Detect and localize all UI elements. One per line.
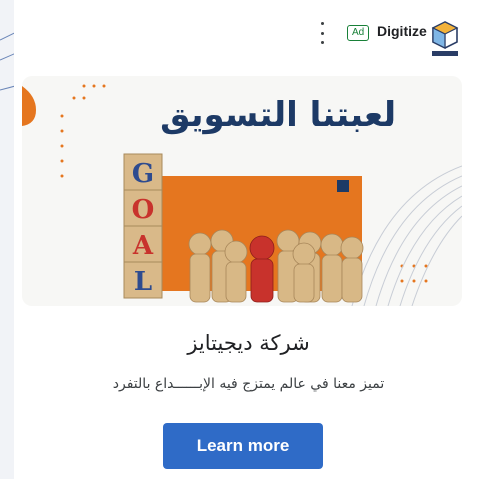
block-letter: G: [132, 159, 154, 189]
goal-blocks: G O A L: [123, 153, 163, 299]
ad-card[interactable]: Ad Digitize G O A L لعبتنا التسويق شركة …: [14, 0, 483, 479]
ad-header: Ad Digitize: [14, 0, 483, 64]
advertiser-name[interactable]: Digitize: [377, 22, 427, 40]
ad-headline[interactable]: شركة ديجيتايز: [14, 328, 483, 358]
block-letter: A: [132, 231, 154, 261]
hero-title-word: التسويق: [160, 95, 298, 135]
navy-square: [337, 180, 349, 192]
ad-badge: Ad: [347, 25, 370, 41]
ad-description: تميز معنا في عالم يمتزج فيه الإبــــــدا…: [112, 376, 385, 392]
block-letter: O: [132, 195, 155, 225]
learn-more-button[interactable]: Learn more: [163, 423, 323, 469]
arc-lines: [351, 165, 462, 306]
hero-title: لعبتنا التسويق: [160, 94, 396, 136]
more-vert-icon[interactable]: [315, 22, 329, 44]
digitize-logo-icon[interactable]: [429, 18, 461, 58]
block-letter: L: [134, 267, 152, 297]
hero-title-word: لعبتنا: [309, 95, 396, 135]
red-figure: [249, 235, 275, 303]
hero-image[interactable]: G O A L لعبتنا التسويق: [22, 76, 462, 306]
orange-drop-shape: [22, 86, 36, 126]
